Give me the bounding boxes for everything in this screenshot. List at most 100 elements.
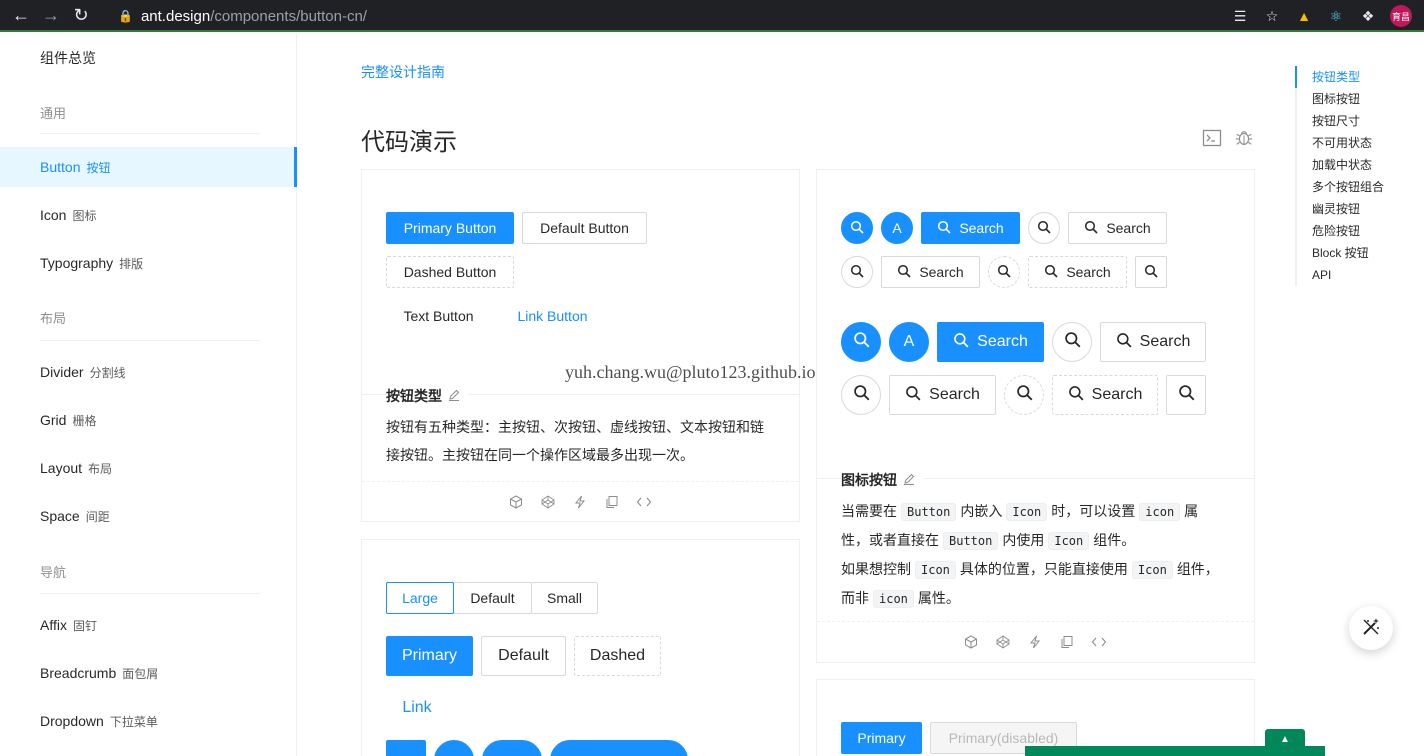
demo-title-text: 图标按钮: [841, 472, 897, 488]
search-icon: [1084, 220, 1098, 237]
search-circle-dashed-large-button[interactable]: [1004, 375, 1044, 415]
text-segment: 当需要在: [841, 503, 897, 519]
thunderbolt-icon[interactable]: [1027, 634, 1043, 650]
default-large-button[interactable]: Default: [481, 636, 566, 676]
button-label: Search: [977, 333, 1028, 350]
toc-item[interactable]: 加载中状态: [1297, 154, 1384, 176]
sidebar-item-breadcrumb[interactable]: Breadcrumb 面包屑: [0, 653, 297, 693]
codesandbox-icon[interactable]: [963, 634, 979, 650]
sidebar-item-divider[interactable]: Divider 分割线: [0, 352, 297, 392]
button-label: Search: [929, 386, 980, 403]
search-icon: [1068, 385, 1084, 406]
dashed-button[interactable]: Dashed Button: [386, 256, 514, 288]
toc-item[interactable]: Block 按钮: [1297, 242, 1384, 264]
sidebar-item-label: Dropdown: [40, 713, 104, 729]
search-icon: [1116, 332, 1132, 353]
download-round-button[interactable]: [482, 740, 542, 756]
profile-avatar[interactable]: 育昌: [1390, 5, 1412, 27]
bug-icon[interactable]: [1234, 128, 1254, 148]
search-circle-button[interactable]: [1028, 212, 1060, 244]
search-icon: [997, 264, 1011, 281]
sidebar-item-label: Typography: [40, 255, 114, 271]
sidebar-item-typography[interactable]: Typography 排版: [0, 243, 297, 283]
sidebar-item-dropdown[interactable]: Dropdown 下拉菜单: [0, 701, 297, 741]
extensions-icon[interactable]: ❖: [1358, 6, 1378, 26]
star-icon[interactable]: ☆: [1262, 6, 1282, 26]
search-circle-large-button[interactable]: [1052, 322, 1092, 362]
download-square-button[interactable]: [386, 740, 426, 756]
dashed-large-button[interactable]: Dashed: [574, 636, 661, 676]
react-devtools-icon[interactable]: ⚛: [1326, 6, 1346, 26]
search-icon: [1016, 384, 1033, 406]
sidebar-item-icon[interactable]: Icon 图标: [0, 195, 297, 235]
download-labeled-button[interactable]: [550, 740, 688, 756]
edit-icon[interactable]: [448, 388, 460, 404]
codepen-icon[interactable]: [540, 494, 556, 510]
search-icon: [1044, 264, 1058, 281]
toc-item[interactable]: 幽灵按钮: [1297, 198, 1384, 220]
forward-icon[interactable]: →: [36, 0, 66, 30]
size-radio-small[interactable]: Small: [531, 582, 598, 614]
edit-icon[interactable]: [903, 472, 915, 488]
code-snippet: Icon: [1048, 532, 1090, 550]
reload-icon[interactable]: ↻: [66, 0, 96, 30]
sidebar-item-space[interactable]: Space 间距: [0, 496, 297, 536]
search-default-large-button[interactable]: Search: [1100, 322, 1206, 362]
address-bar[interactable]: 🔒 ant.design /components/button-cn/: [118, 6, 367, 26]
toc-item[interactable]: 多个按钮组合: [1297, 176, 1384, 198]
expand-code-icon[interactable]: [1202, 128, 1222, 148]
codesandbox-icon[interactable]: [508, 494, 524, 510]
text-button[interactable]: Text Button: [386, 300, 491, 332]
primary-button[interactable]: Primary: [841, 722, 922, 754]
search-circle-primary-button[interactable]: [841, 212, 873, 244]
toc-item[interactable]: 不可用状态: [1297, 132, 1384, 154]
code-icon[interactable]: [1091, 634, 1107, 650]
toc-item[interactable]: 危险按钮: [1297, 220, 1384, 242]
theme-switch-button[interactable]: [1349, 606, 1393, 650]
link-button[interactable]: Link Button: [500, 300, 605, 332]
primary-large-button[interactable]: Primary: [386, 636, 473, 676]
toc-item[interactable]: 按钮尺寸: [1297, 110, 1384, 132]
toc-item[interactable]: 按钮类型: [1294, 66, 1384, 88]
search-icon: [1037, 220, 1051, 237]
sidebar-item-label: Divider: [40, 364, 84, 380]
default-button[interactable]: Default Button: [522, 212, 647, 244]
search-default-button[interactable]: Search: [881, 256, 980, 288]
translate-icon[interactable]: ☰: [1230, 6, 1250, 26]
search-circle-dashed-button[interactable]: [988, 256, 1020, 288]
copy-icon[interactable]: [604, 494, 620, 510]
link-large-button[interactable]: Link: [386, 688, 448, 728]
code-icon[interactable]: [636, 494, 652, 510]
search-square-button[interactable]: [1135, 256, 1167, 288]
design-guide-link[interactable]: 完整设计指南: [361, 62, 445, 82]
sidebar-item-grid[interactable]: Grid 栅格: [0, 400, 297, 440]
letter-circle-primary-button[interactable]: A: [881, 212, 913, 244]
toc-item[interactable]: 图标按钮: [1297, 88, 1384, 110]
back-icon[interactable]: ←: [6, 0, 36, 30]
search-square-large-button[interactable]: [1166, 375, 1206, 415]
search-circle-primary-large-button[interactable]: [841, 322, 881, 362]
sidebar-title[interactable]: 组件总览: [40, 48, 96, 68]
size-radio-default[interactable]: Default: [453, 582, 532, 614]
search-circle-large-button[interactable]: [841, 375, 881, 415]
size-radio-large[interactable]: Large: [386, 582, 454, 614]
search-primary-large-button[interactable]: Search: [937, 322, 1044, 362]
search-default-large-button[interactable]: Search: [889, 375, 996, 415]
drive-icon[interactable]: ▲: [1294, 6, 1314, 26]
search-primary-button[interactable]: Search: [921, 212, 1020, 244]
search-default-button[interactable]: Search: [1068, 212, 1167, 244]
letter-circle-primary-large-button[interactable]: A: [889, 322, 929, 362]
section-title: 代码演示: [361, 129, 457, 156]
sidebar-item-button[interactable]: Button 按钮: [0, 147, 297, 187]
thunderbolt-icon[interactable]: [572, 494, 588, 510]
codepen-icon[interactable]: [995, 634, 1011, 650]
primary-button[interactable]: Primary Button: [386, 212, 514, 244]
search-circle-button[interactable]: [841, 256, 873, 288]
toc-item[interactable]: API: [1297, 264, 1384, 286]
sidebar-item-affix[interactable]: Affix 固钉: [0, 605, 297, 645]
sidebar-item-layout[interactable]: Layout 布局: [0, 448, 297, 488]
text-segment: 内使用: [1002, 532, 1045, 548]
search-dashed-button[interactable]: Search: [1028, 256, 1127, 288]
search-dashed-large-button[interactable]: Search: [1052, 375, 1158, 415]
copy-icon[interactable]: [1059, 634, 1075, 650]
